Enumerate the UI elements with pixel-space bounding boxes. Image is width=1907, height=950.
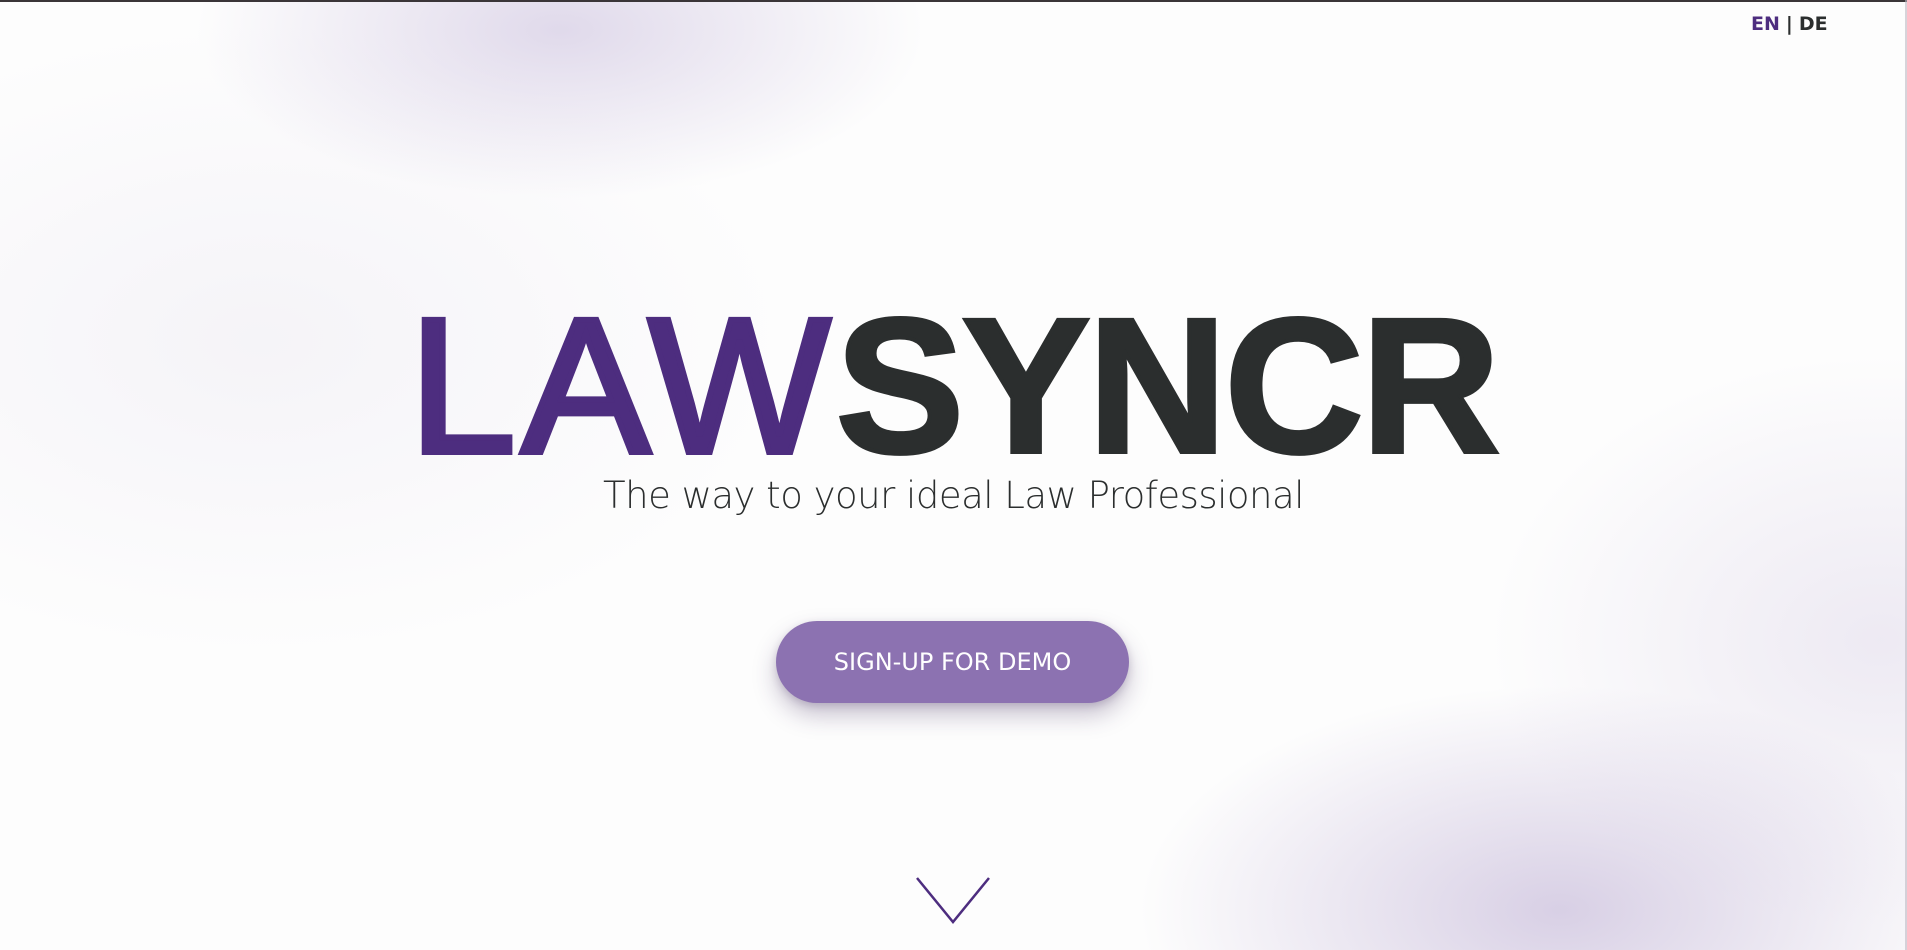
logo-part-law: LAW <box>406 278 836 493</box>
chevron-down-icon[interactable] <box>914 874 992 926</box>
signup-demo-button[interactable]: SIGN-UP FOR DEMO <box>776 621 1129 703</box>
language-separator: | <box>1785 13 1793 35</box>
language-de-link[interactable]: DE <box>1799 13 1828 35</box>
language-en-link[interactable]: EN <box>1751 13 1780 35</box>
language-switch: EN | DE <box>1751 13 1828 35</box>
hero-tagline: The way to your ideal Law Professional <box>603 474 1304 517</box>
brand-logo: LAWSYNCR <box>0 287 1907 485</box>
top-border <box>0 0 1907 2</box>
logo-part-syncr: SYNCR <box>834 278 1502 493</box>
